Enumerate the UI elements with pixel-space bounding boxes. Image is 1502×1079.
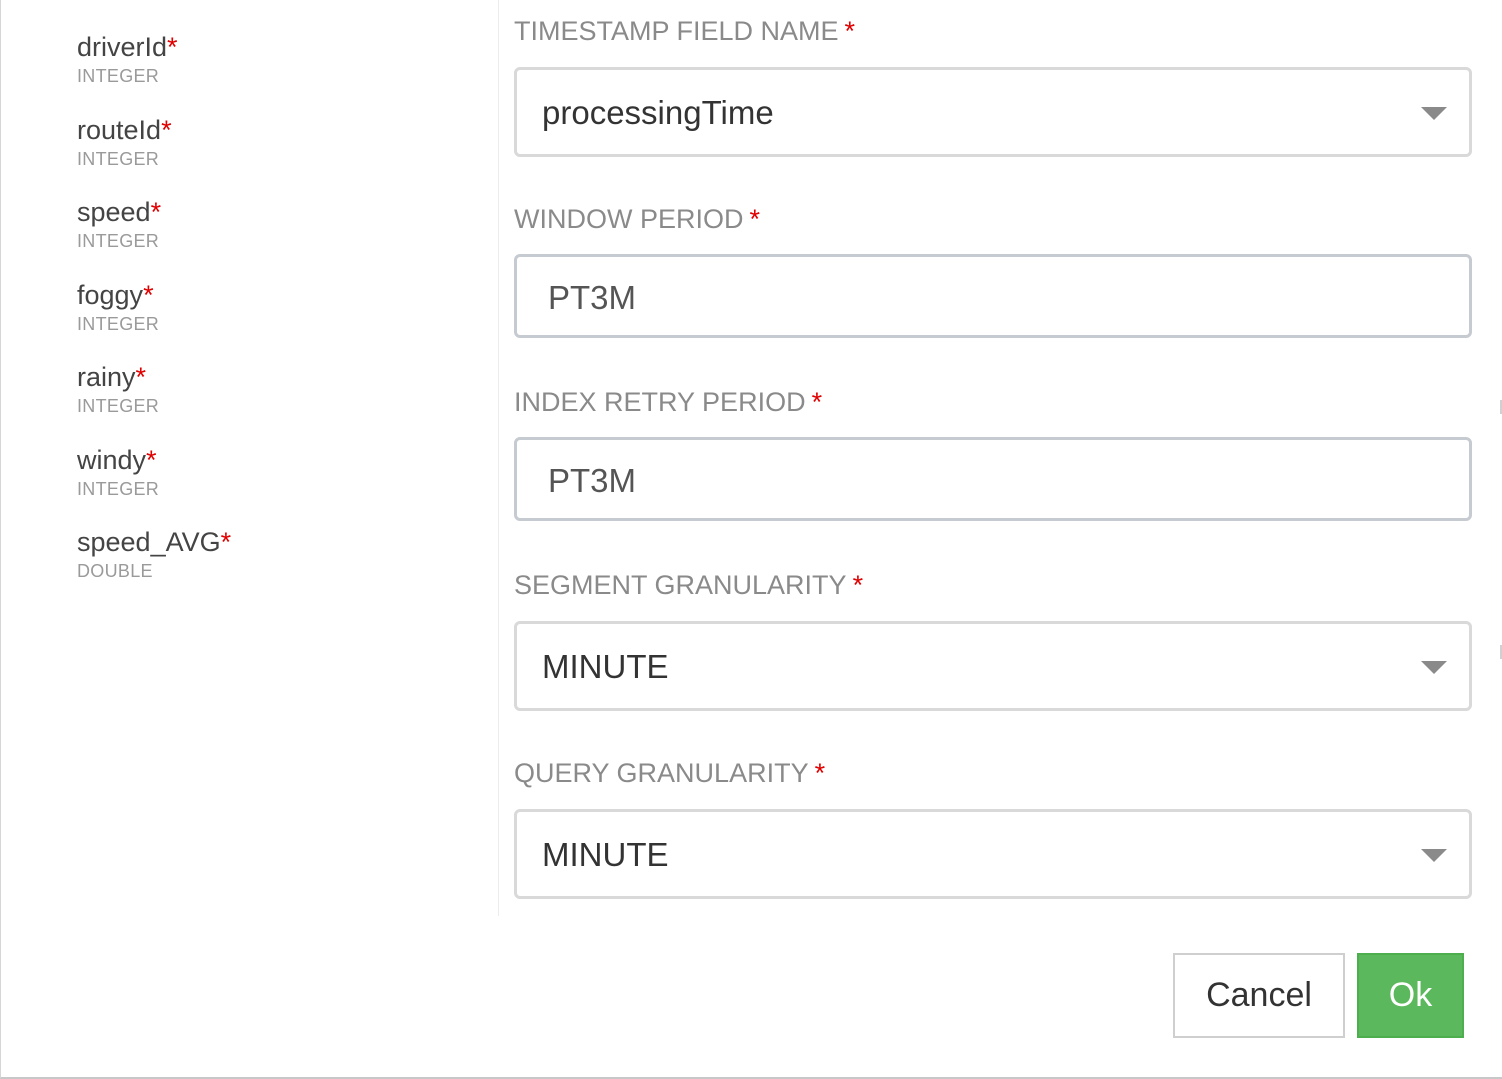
index-retry-period-label: INDEX RETRY PERIOD xyxy=(514,387,806,417)
required-mark: * xyxy=(167,32,178,62)
segment-granularity-group: SEGMENT GRANULARITY * MINUTE xyxy=(514,570,1472,711)
schema-field-speed: speed* INTEGER xyxy=(77,196,161,252)
window-period-value: PT3M xyxy=(548,279,637,316)
ok-button[interactable]: Ok xyxy=(1357,953,1464,1038)
schema-field-name: rainy xyxy=(77,362,136,392)
segment-granularity-value: MINUTE xyxy=(542,648,669,685)
schema-field-rainy: rainy* INTEGER xyxy=(77,361,159,417)
schema-field-type: INTEGER xyxy=(77,149,160,169)
required-mark: * xyxy=(220,527,232,557)
schema-field-name: foggy xyxy=(77,280,144,310)
window-period-input[interactable]: PT3M xyxy=(514,254,1472,338)
required-mark: * xyxy=(161,115,172,145)
required-mark: * xyxy=(844,16,856,46)
schema-field-routeId: routeId* INTEGER xyxy=(77,114,172,170)
schema-field-type: INTEGER xyxy=(77,396,160,416)
schema-field-type: DOUBLE xyxy=(77,561,153,581)
schema-field-type: INTEGER xyxy=(77,231,160,251)
segment-granularity-label: SEGMENT GRANULARITY xyxy=(514,570,847,600)
index-retry-period-value: PT3M xyxy=(548,462,637,499)
schema-field-speed_AVG: speed_AVG* DOUBLE xyxy=(77,526,231,582)
required-mark: * xyxy=(814,758,826,788)
required-mark: * xyxy=(749,204,761,234)
schema-field-type: INTEGER xyxy=(77,479,160,499)
schema-field-name: speed_AVG xyxy=(77,527,221,557)
timestamp-field-value: processingTime xyxy=(542,94,774,131)
window-period-group: WINDOW PERIOD * PT3M xyxy=(514,204,1472,338)
required-mark: * xyxy=(811,387,823,417)
caret-down-icon[interactable] xyxy=(1421,661,1447,674)
schema-field-name: driverId xyxy=(77,32,168,62)
required-mark: * xyxy=(852,570,864,600)
schema-field-type: INTEGER xyxy=(77,314,160,334)
output-schema-panel: driverId* INTEGER routeId* INTEGER speed… xyxy=(1,0,499,916)
timestamp-field-label: TIMESTAMP FIELD NAME xyxy=(514,16,839,46)
query-granularity-group: QUERY GRANULARITY * MINUTE xyxy=(514,758,1472,899)
caret-down-icon[interactable] xyxy=(1421,107,1447,120)
schema-field-type: INTEGER xyxy=(77,66,160,86)
schema-field-name: windy xyxy=(77,445,147,475)
processor-config-modal: driverId* INTEGER routeId* INTEGER speed… xyxy=(0,0,1502,1079)
query-granularity-label: QUERY GRANULARITY xyxy=(514,758,809,788)
timestamp-field-group: TIMESTAMP FIELD NAME * processingTime xyxy=(514,16,1472,157)
segment-granularity-select[interactable]: MINUTE xyxy=(514,621,1472,711)
required-mark: * xyxy=(146,445,157,475)
index-retry-period-group: INDEX RETRY PERIOD * PT3M xyxy=(514,387,1472,521)
schema-field-windy: windy* INTEGER xyxy=(77,444,159,500)
caret-down-icon[interactable] xyxy=(1421,849,1447,862)
cancel-button[interactable]: Cancel xyxy=(1173,953,1345,1038)
schema-field-name: speed xyxy=(77,197,151,227)
schema-field-driverId: driverId* INTEGER xyxy=(77,31,178,87)
required-mark: * xyxy=(143,280,154,310)
timestamp-field-select[interactable]: processingTime xyxy=(514,67,1472,157)
required-mark: * xyxy=(150,197,162,227)
window-period-label: WINDOW PERIOD xyxy=(514,204,744,234)
query-granularity-value: MINUTE xyxy=(542,836,669,873)
schema-field-foggy: foggy* INTEGER xyxy=(77,279,159,335)
query-granularity-select[interactable]: MINUTE xyxy=(514,809,1472,899)
schema-field-name: routeId xyxy=(77,115,162,145)
required-mark: * xyxy=(135,362,147,392)
index-retry-period-input[interactable]: PT3M xyxy=(514,437,1472,521)
